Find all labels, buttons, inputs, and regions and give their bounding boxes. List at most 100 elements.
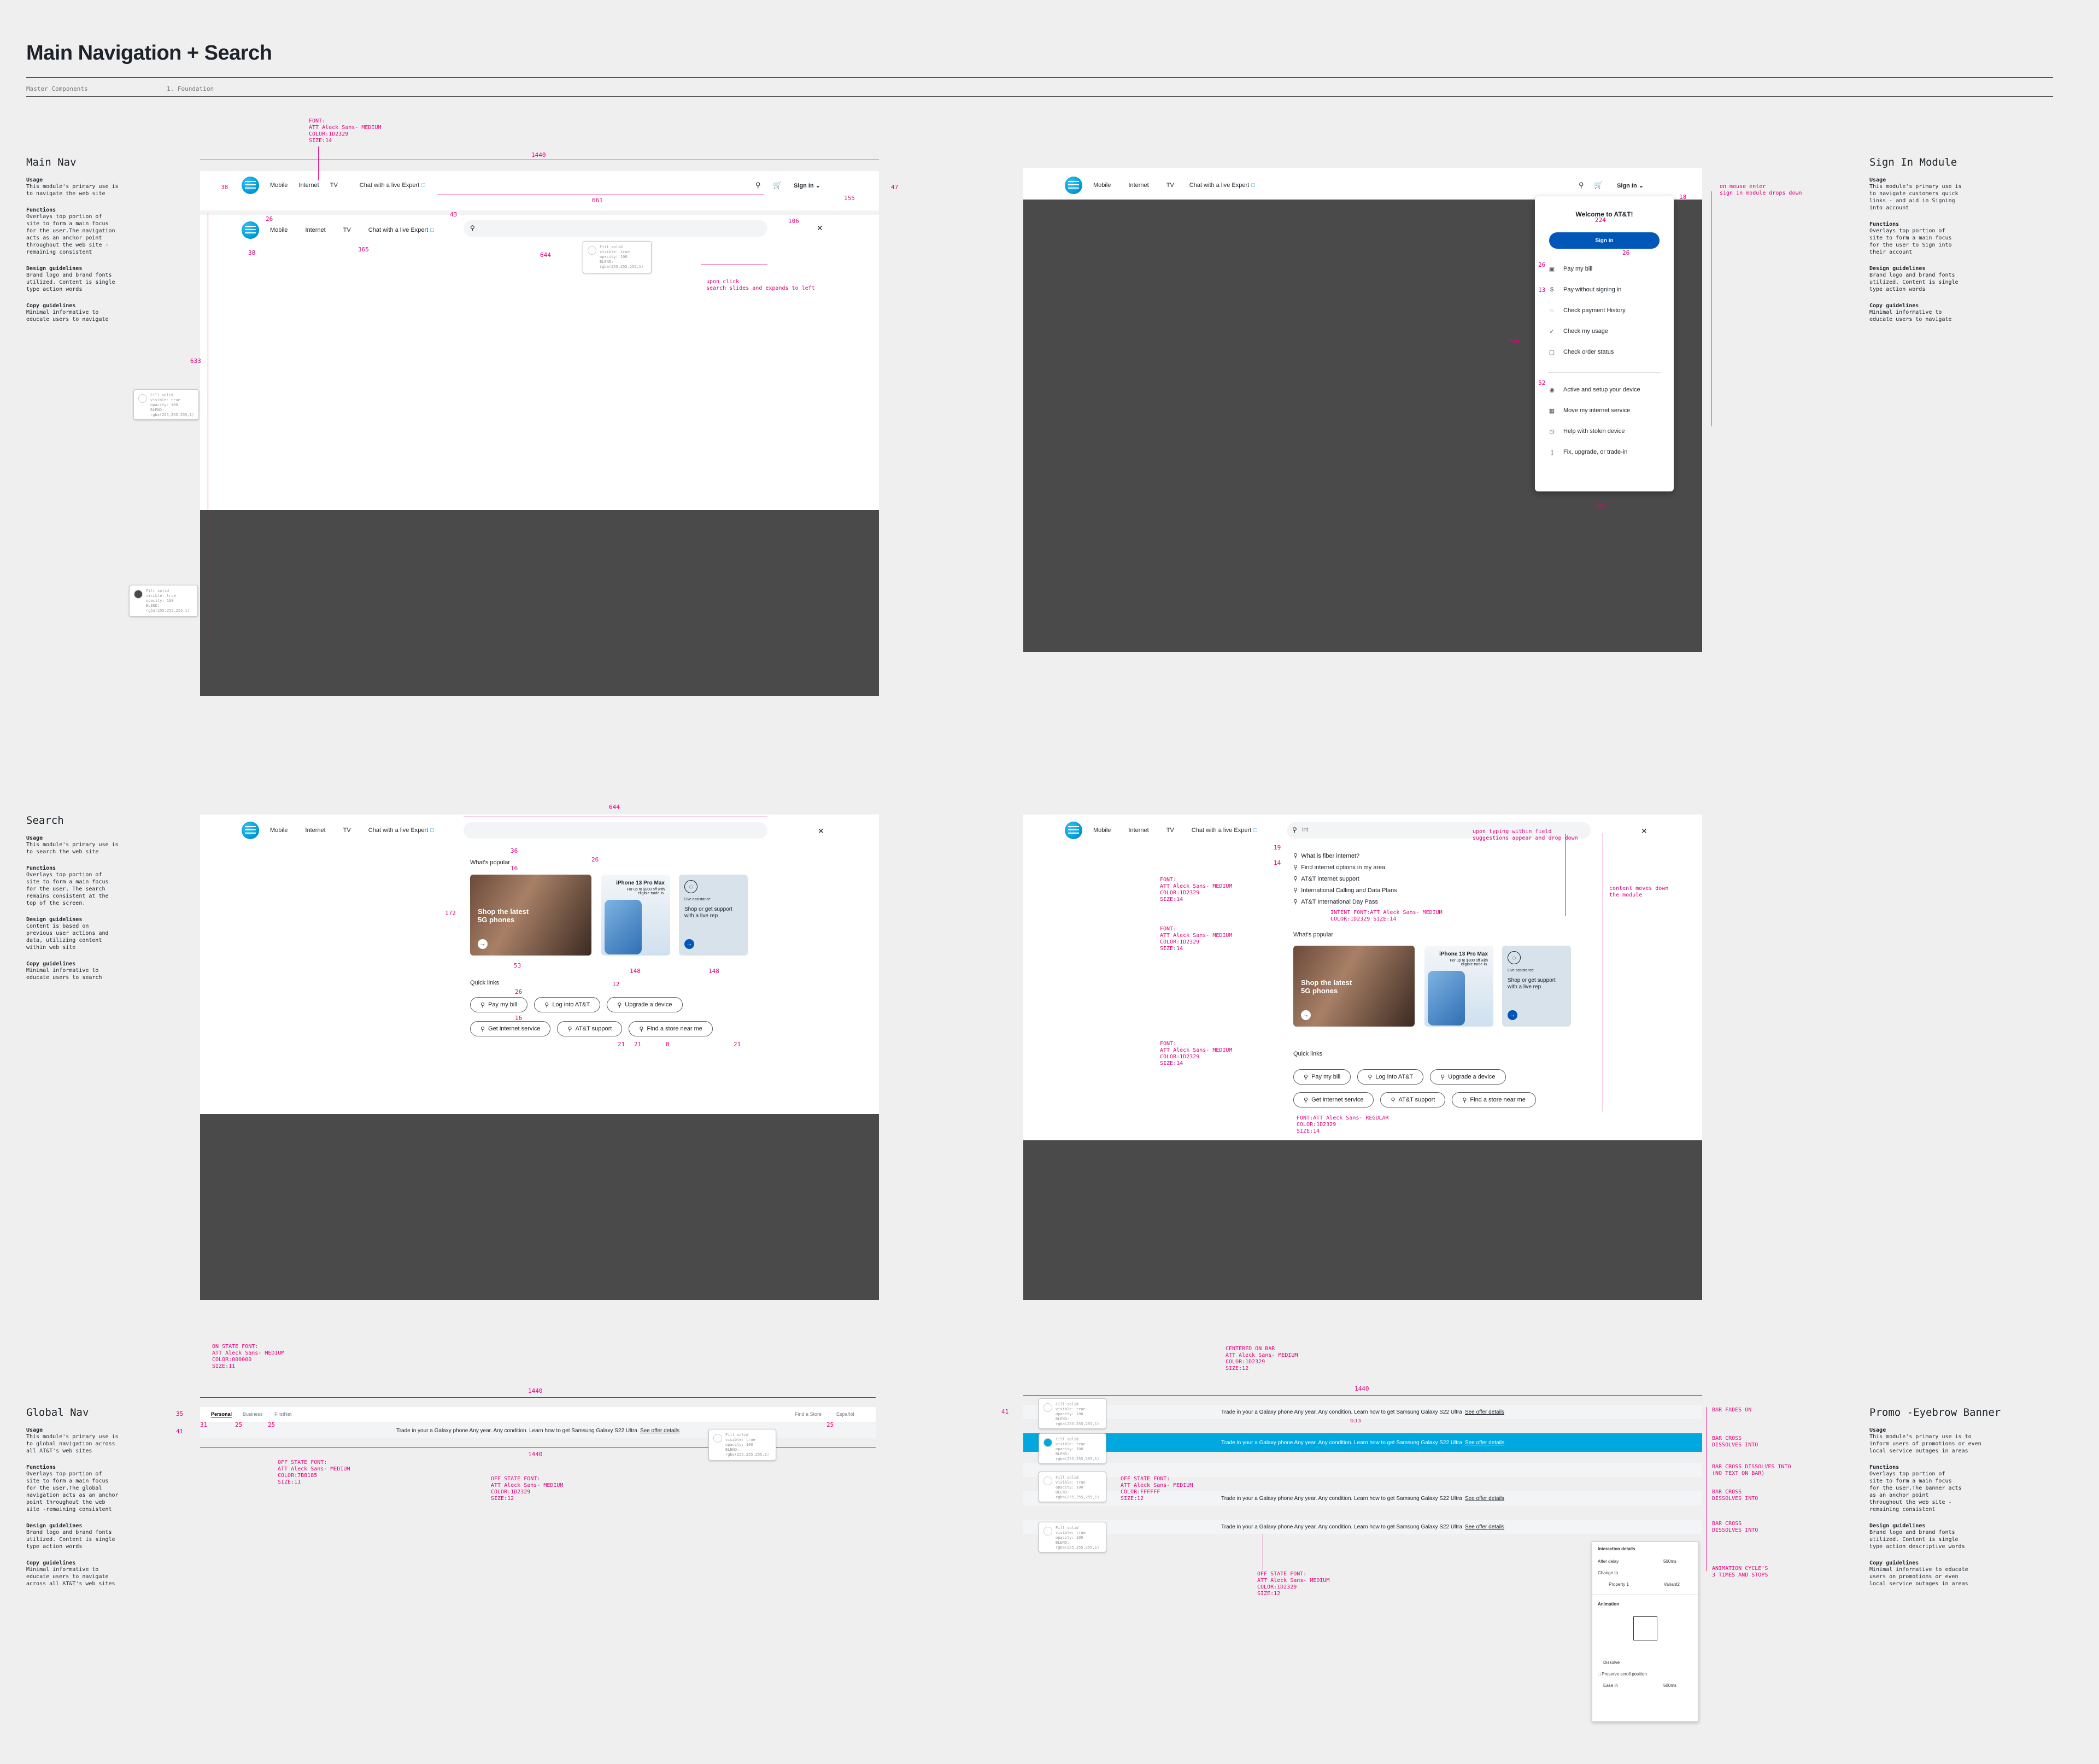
cart-icon[interactable]: 🛒 <box>773 181 782 190</box>
quick-link-internet[interactable]: ⚲ Get internet service <box>470 1021 551 1036</box>
quick-link-login[interactable]: ⚲ Log into AT&T <box>1357 1069 1424 1085</box>
search-typed-text: int <box>1302 827 1309 833</box>
promo-link[interactable]: See offer details <box>640 1428 679 1434</box>
suggestion-item[interactable]: ⚲ Find internet options in my area <box>1293 862 1397 874</box>
suggestion-item[interactable]: ⚲ AT&T internet support <box>1293 874 1397 885</box>
nav-tv[interactable]: TV <box>1166 182 1174 189</box>
nav-tv[interactable]: TV <box>1166 827 1174 834</box>
nav-internet[interactable]: Internet <box>1128 827 1148 834</box>
dropdown-item-stolen[interactable]: ◷ Help with stolen device <box>1535 421 1674 442</box>
change-to-row[interactable]: Change to <box>1592 1567 1698 1579</box>
global-find-store[interactable]: Find a Store <box>795 1411 822 1417</box>
nav-internet[interactable]: Internet <box>298 182 319 189</box>
nav-tv[interactable]: TV <box>343 827 351 834</box>
sign-in-link[interactable]: Sign In ⌄ <box>794 182 820 189</box>
edge-label: 155 <box>844 195 855 202</box>
nav-chat[interactable]: Chat with a live Expert <box>1192 827 1251 834</box>
variant-select[interactable]: Variant2 <box>1664 1582 1680 1587</box>
dropdown-item-fix[interactable]: ▯ Fix, upgrade, or trade-in <box>1535 442 1674 462</box>
promo-card-live[interactable]: ◌ Live assistance Shop or get support wi… <box>1502 946 1571 1027</box>
quick-link-upgrade[interactable]: ⚲ Upgrade a device <box>1430 1069 1506 1085</box>
promo-link[interactable]: See offer details <box>1465 1440 1504 1446</box>
promo-card-5g[interactable]: Shop the latest 5G phones → <box>1293 946 1415 1027</box>
suggestion-gap-2: 14 <box>1274 859 1281 866</box>
promo-link[interactable]: See offer details <box>1465 1409 1504 1415</box>
global-tab-business[interactable]: Business <box>243 1411 263 1417</box>
dissolve-row[interactable]: Dissolve <box>1592 1648 1698 1668</box>
quick-link-upgrade[interactable]: ⚲ Upgrade a device <box>607 997 683 1012</box>
promo-card-iphone[interactable]: iPhone 13 Pro Max For up to $800 off wit… <box>601 875 670 956</box>
nav-chat[interactable]: Chat with a live Expert <box>368 227 428 233</box>
dropdown-item-move[interactable]: ▦ Move my internet service <box>1535 400 1674 421</box>
search-icon: ⚲ <box>617 1001 622 1009</box>
nav-internet[interactable]: Internet <box>305 827 325 834</box>
nav-tv[interactable]: TV <box>343 227 351 233</box>
search-input[interactable]: ⚲ <box>464 220 767 237</box>
main-nav-description: Main Nav Usage This module's primary use… <box>26 156 146 323</box>
quick-link-login[interactable]: ⚲ Log into AT&T <box>534 997 601 1012</box>
nav-chat[interactable]: Chat with a live Expert <box>360 182 419 189</box>
quick-link-internet[interactable]: ⚲ Get internet service <box>1293 1092 1374 1107</box>
quick-link-pay-bill[interactable]: ⚲ Pay my bill <box>470 997 528 1012</box>
preserve-row[interactable]: □ Preserve scroll position <box>1592 1668 1698 1680</box>
search-icon[interactable]: ⚲ <box>1579 181 1584 190</box>
search-input[interactable] <box>464 822 767 839</box>
close-icon[interactable]: ✕ <box>818 827 824 836</box>
suggestion-item[interactable]: ⚲ What is fiber internet? <box>1293 851 1397 862</box>
promo-link[interactable]: See offer details <box>1465 1496 1504 1502</box>
nav-tv[interactable]: TV <box>330 182 338 189</box>
att-logo-icon[interactable] <box>242 822 259 839</box>
fill-swatch-icon <box>713 1434 722 1443</box>
att-logo-icon[interactable] <box>1065 822 1082 839</box>
sign-in-link[interactable]: Sign In ⌄ <box>1617 182 1644 189</box>
promo-card-iphone[interactable]: iPhone 13 Pro Max For up to $800 off wit… <box>1424 946 1493 1027</box>
promo-link[interactable]: See offer details <box>1465 1524 1504 1530</box>
dropdown-item-activate[interactable]: ◉ Active and setup your device <box>1535 379 1674 400</box>
global-espanol[interactable]: Español <box>836 1411 854 1417</box>
ease-value[interactable]: 500ms <box>1663 1683 1676 1688</box>
sign-in-button[interactable]: Sign in <box>1549 232 1660 249</box>
chat-bubble-icon: □ <box>1253 827 1257 834</box>
suggestion-item[interactable]: ⚲ International Calling and Data Plans <box>1293 885 1397 896</box>
dropdown-item-pay-no-signin[interactable]: $ Pay without signing in <box>1535 279 1674 300</box>
suggestion-item[interactable]: ⚲ AT&T International Day Pass <box>1293 896 1397 908</box>
dropdown-item-pay-bill[interactable]: ▣ Pay my bill <box>1535 259 1674 279</box>
dropdown-item-usage[interactable]: ✓ Check my usage <box>1535 321 1674 342</box>
quick-link-support[interactable]: ⚲ AT&T support <box>1380 1092 1446 1107</box>
att-logo-icon[interactable] <box>1065 177 1082 194</box>
nav-mobile[interactable]: Mobile <box>270 227 288 233</box>
fill-text: Fill solid visible: true opacity: 100 BL… <box>146 589 190 613</box>
dropdown-item-payment-history[interactable]: ◌ Check payment History <box>1535 300 1674 321</box>
nav-internet[interactable]: Internet <box>1128 182 1148 189</box>
close-icon[interactable]: ✕ <box>817 224 823 233</box>
ease-label[interactable]: Ease in <box>1603 1683 1618 1688</box>
nav-chat[interactable]: Chat with a live Expert <box>368 827 428 834</box>
dropdown-item-order-status[interactable]: ▢ Check order status <box>1535 342 1674 362</box>
quick-link-support[interactable]: ⚲ AT&T support <box>557 1021 623 1036</box>
global-tab-personal[interactable]: Personal <box>211 1411 232 1417</box>
nav-mobile[interactable]: Mobile <box>270 827 288 834</box>
card-subtitle: For up to $800 off with eligible trade-i… <box>1450 959 1488 966</box>
att-logo-icon[interactable] <box>242 177 259 194</box>
quick-link-store[interactable]: ⚲ Find a store near me <box>1452 1092 1536 1107</box>
cart-icon[interactable]: 🛒 <box>1594 181 1603 190</box>
close-icon[interactable]: ✕ <box>1641 827 1647 836</box>
delay-value[interactable]: 500ms <box>1663 1559 1676 1564</box>
nav-mobile[interactable]: Mobile <box>1093 827 1111 834</box>
global-tab-firstnet[interactable]: FirstNet <box>274 1411 292 1417</box>
card-title: Shop the latest 5G phones <box>478 907 529 924</box>
nav-mobile[interactable]: Mobile <box>1093 182 1111 189</box>
nav-chat[interactable]: Chat with a live Expert <box>1189 182 1249 189</box>
quick-link-pay-bill[interactable]: ⚲ Pay my bill <box>1293 1069 1351 1085</box>
nav-internet[interactable]: Internet <box>305 227 325 233</box>
nav-mobile[interactable]: Mobile <box>270 182 288 189</box>
promo-card-live[interactable]: ◌ Live assistance Shop or get support wi… <box>679 875 748 956</box>
off-state-annotation: OFF STATE FONT: ATT Aleck Sans- MEDIUM C… <box>278 1460 350 1485</box>
att-logo-icon[interactable] <box>242 221 259 239</box>
search-icon[interactable]: ⚲ <box>755 181 761 190</box>
copy-heading: Copy guidelines <box>26 1560 76 1566</box>
after-delay-label[interactable]: After delay <box>1598 1559 1619 1564</box>
promo-card-5g[interactable]: Shop the latest 5G phones → <box>470 875 591 956</box>
quick-link-store[interactable]: ⚲ Find a store near me <box>629 1021 713 1036</box>
quick-links-heading: Quick links <box>470 980 500 986</box>
